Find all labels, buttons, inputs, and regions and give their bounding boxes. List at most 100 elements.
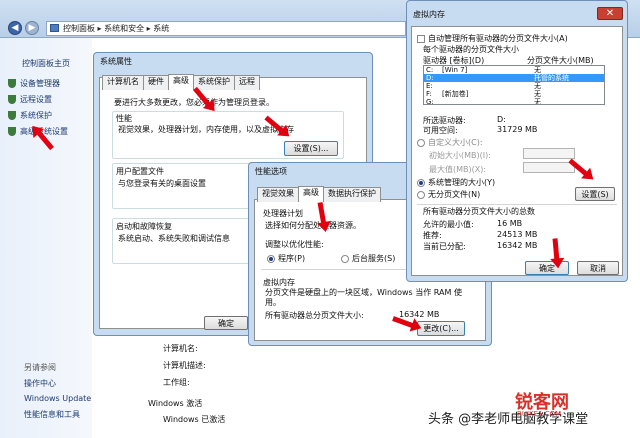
recommended-label: 推荐: xyxy=(423,231,442,240)
radio-button[interactable] xyxy=(341,254,349,263)
drive-size: 无 xyxy=(534,98,541,105)
activation-status: Windows 已激活 xyxy=(163,415,226,424)
radio-button[interactable] xyxy=(267,254,275,263)
checkbox-label: 自动管理所有驱动器的分页文件大小(A) xyxy=(428,34,568,43)
startup-heading: 启动和故障恢复 xyxy=(116,222,172,231)
sidebar-item-label: 设备管理器 xyxy=(20,79,60,88)
radio-system-managed[interactable]: 系统管理的大小(Y) xyxy=(417,177,495,188)
performance-heading: 性能 xyxy=(116,114,132,123)
free-space-label: 可用空间: xyxy=(423,126,458,135)
tab-system-protection[interactable]: 系统保护 xyxy=(193,75,235,90)
allocated-label: 当前已分配: xyxy=(423,242,466,251)
shield-icon xyxy=(8,111,16,120)
drive-letter: G: xyxy=(426,98,434,105)
dialog-title: 虚拟内存 xyxy=(413,10,445,19)
radio-button[interactable] xyxy=(417,178,425,187)
shield-icon xyxy=(8,95,16,104)
breadcrumb-item[interactable]: 系统和安全 xyxy=(104,24,144,33)
min-allowed-label: 允许的最小值: xyxy=(423,220,474,229)
tab-hardware[interactable]: 硬件 xyxy=(143,75,169,90)
startup-description: 系统启动、系统失败和调试信息 xyxy=(118,234,230,243)
sidebar-item-label: 系统保护 xyxy=(20,111,52,120)
virtual-memory-heading: 虚拟内存 xyxy=(263,278,295,287)
sidebar-home-link[interactable]: 控制面板主页 xyxy=(22,58,70,69)
info-label: 计算机名: xyxy=(163,344,198,353)
tab-visual-effects[interactable]: 视觉效果 xyxy=(257,187,299,202)
set-button[interactable]: 设置(S) xyxy=(575,187,615,201)
initial-size-label: 初始大小(MB)(I): xyxy=(429,151,491,160)
change-button[interactable]: 更改(C)... xyxy=(417,321,465,336)
drive-label: [新加卷] xyxy=(442,90,469,98)
auto-manage-checkbox[interactable]: 自动管理所有驱动器的分页文件大小(A) xyxy=(417,33,568,44)
radio-button[interactable] xyxy=(417,138,425,147)
paging-total-label: 所有驱动器总分页文件大小: xyxy=(265,311,364,320)
virtual-memory-description: 分页文件是硬盘上的一块区域，Windows 当作 RAM 使用。 xyxy=(265,288,462,307)
optimize-label: 调整以优化性能: xyxy=(265,240,324,249)
breadcrumb[interactable]: 控制面板 ▸ 系统和安全 ▸ 系统 xyxy=(46,21,406,36)
tab-advanced[interactable]: 高级 xyxy=(168,74,194,89)
radio-button[interactable] xyxy=(417,190,425,199)
computer-icon xyxy=(50,24,59,32)
cancel-button[interactable]: 取消 xyxy=(577,261,619,275)
checkbox[interactable] xyxy=(417,34,425,43)
sidebar-item-remote[interactable]: 远程设置 xyxy=(8,94,52,105)
drive-list-row[interactable]: F: [新加卷] 无 xyxy=(424,90,604,98)
initial-size-input[interactable] xyxy=(523,148,575,159)
max-size-input[interactable] xyxy=(523,162,575,173)
watermark-logo-sub: RUIKE1.COM xyxy=(517,410,562,418)
see-also-link[interactable]: Windows Update xyxy=(24,394,91,403)
drive-list-row[interactable]: C: [Win 7] 无 xyxy=(424,66,604,74)
back-button[interactable]: ◀ xyxy=(8,21,22,35)
tab-advanced[interactable]: 高级 xyxy=(298,186,324,201)
see-also-heading: 另请参阅 xyxy=(24,363,56,372)
virtual-memory-dialog: 虚拟内存 ✕ 自动管理所有驱动器的分页文件大小(A) 每个驱动器的分页文件大小 … xyxy=(406,0,628,282)
scheduling-description: 选择如何分配处理器资源。 xyxy=(265,221,361,230)
drive-list-row[interactable]: G: 无 xyxy=(424,98,604,105)
admin-note: 要进行大多数更改，您必须作为管理员登录。 xyxy=(114,98,274,107)
shield-icon xyxy=(8,127,16,136)
radio-label: 系统管理的大小(Y) xyxy=(428,178,496,187)
drive-letter: E: xyxy=(426,82,433,90)
radio-label: 程序(P) xyxy=(278,254,306,263)
allocated-value: 16342 MB xyxy=(497,241,538,250)
radio-background-services[interactable]: 后台服务(S) xyxy=(341,253,395,264)
per-drive-heading: 每个驱动器的分页文件大小 xyxy=(423,45,519,54)
sidebar-item-protection[interactable]: 系统保护 xyxy=(8,110,52,121)
ok-button[interactable]: 确定 xyxy=(204,316,248,330)
drive-list[interactable]: C: [Win 7] 无 D: 托管的系统 E: 无 F: [新加卷] 无 G: 无 xyxy=(423,65,605,105)
performance-settings-button[interactable]: 设置(S)... xyxy=(284,141,338,156)
radio-no-paging-file[interactable]: 无分页文件(N) xyxy=(417,189,480,200)
tab-remote[interactable]: 远程 xyxy=(234,75,260,90)
see-also-link[interactable]: 操作中心 xyxy=(24,378,56,389)
info-label: 计算机描述: xyxy=(163,361,206,370)
forward-button[interactable]: ▶ xyxy=(25,21,39,35)
dialog-title: 系统属性 xyxy=(100,57,132,66)
drive-size: 无 xyxy=(534,82,541,90)
shield-icon xyxy=(8,79,16,88)
radio-label: 无分页文件(N) xyxy=(428,190,481,199)
watermark-logo: 锐客网 RUIKE1.COM xyxy=(515,388,635,432)
breadcrumb-item[interactable]: 系统 xyxy=(153,24,169,33)
close-button[interactable]: ✕ xyxy=(597,7,623,20)
tab-computer-name[interactable]: 计算机名 xyxy=(102,75,144,90)
drive-list-row[interactable]: E: 无 xyxy=(424,82,604,90)
performance-description: 视觉效果，处理器计划，内存使用，以及虚拟内存 xyxy=(118,125,294,134)
radio-custom-size[interactable]: 自定义大小(C): xyxy=(417,137,483,148)
radio-label: 后台服务(S) xyxy=(352,254,396,263)
profiles-description: 与您登录有关的桌面设置 xyxy=(118,179,206,188)
min-allowed-value: 16 MB xyxy=(497,219,523,228)
see-also-link[interactable]: 性能信息和工具 xyxy=(24,409,80,420)
activation-heading: Windows 激活 xyxy=(148,399,203,408)
drive-letter: C: xyxy=(426,66,434,74)
max-size-label: 最大值(MB)(X): xyxy=(429,165,487,174)
tab-dep[interactable]: 数据执行保护 xyxy=(323,187,381,202)
radio-programs[interactable]: 程序(P) xyxy=(267,253,305,264)
breadcrumb-item[interactable]: 控制面板 xyxy=(63,24,95,33)
sidebar-item-device-manager[interactable]: 设备管理器 xyxy=(8,78,60,89)
radio-label: 自定义大小(C): xyxy=(428,138,483,147)
drive-list-row[interactable]: D: 托管的系统 xyxy=(424,74,604,82)
free-space-value: 31729 MB xyxy=(497,125,538,134)
drive-size: 托管的系统 xyxy=(534,74,569,82)
divider xyxy=(417,204,617,205)
paging-total-value: 16342 MB xyxy=(399,310,440,319)
